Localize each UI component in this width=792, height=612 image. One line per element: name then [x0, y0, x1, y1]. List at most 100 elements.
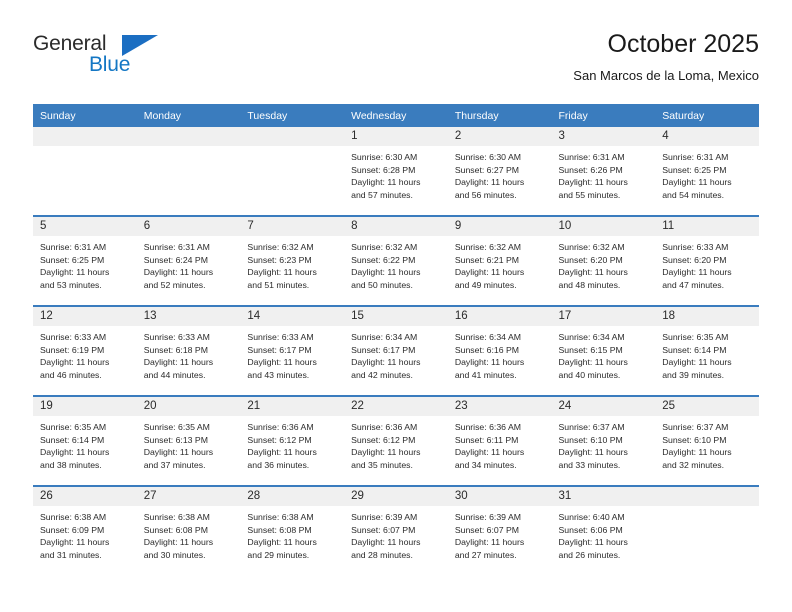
calendar-day-cell[interactable]: 11 Sunrise: 6:33 AM Sunset: 6:20 PM Dayligh…	[655, 215, 759, 306]
calendar-day-cell[interactable]: 7 Sunrise: 6:32 AM Sunset: 6:23 PM Daylight…	[240, 215, 345, 306]
calendar-day-cell[interactable]: 5 Sunrise: 6:31 AM Sunset: 6:25 PM Daylight…	[33, 215, 137, 306]
sunrise-text: Sunrise: 6:32 AM	[558, 242, 625, 252]
sunrise-text: Sunrise: 6:32 AM	[454, 242, 521, 252]
sunset-text: Sunset: 6:28 PM	[351, 164, 416, 175]
daylight-text-line1: Daylight: 11 hours	[454, 537, 525, 548]
daylight-text-line2: and 46 minutes.	[40, 369, 102, 380]
sunrise-text: Sunrise: 6:31 AM	[662, 152, 729, 162]
daylight-text-line2: and 31 minutes.	[40, 549, 102, 560]
sunrise-text: Sunrise: 6:31 AM	[558, 152, 625, 162]
calendar-day-cell[interactable]: 24 Sunrise: 6:37 AM Sunset: 6:10 PM Dayligh…	[551, 395, 656, 486]
sunrise-text: Sunrise: 6:37 AM	[662, 422, 729, 432]
sunset-text: Sunset: 6:12 PM	[247, 434, 312, 445]
day-number: 15	[344, 307, 448, 326]
day-details: Sunrise: 6:33 AM Sunset: 6:20 PM Daylight:…	[655, 236, 759, 291]
day-number: 5	[33, 217, 137, 236]
calendar-day-cell[interactable]: 29 Sunrise: 6:39 AM Sunset: 6:07 PM Dayligh…	[344, 485, 448, 575]
day-number: 21	[240, 397, 345, 416]
sunset-text: Sunset: 6:17 PM	[351, 344, 416, 355]
daylight-text-line1: Daylight: 11 hours	[40, 447, 110, 458]
day-number: 9	[447, 217, 552, 236]
calendar-day-cell[interactable]: 28 Sunrise: 6:38 AM Sunset: 6:08 PM Dayligh…	[240, 485, 345, 575]
day-details: Sunrise: 6:36 AM Sunset: 6:11 PM Daylight:…	[448, 416, 552, 471]
calendar-day-cell[interactable]: 4 Sunrise: 6:31 AM Sunset: 6:25 PM Daylight…	[655, 127, 759, 216]
sunrise-text: Sunrise: 6:34 AM	[351, 332, 418, 342]
sunset-text: Sunset: 6:19 PM	[40, 344, 105, 355]
day-number: 12	[33, 307, 137, 326]
calendar-day-cell[interactable]: 6 Sunrise: 6:31 AM Sunset: 6:24 PM Daylight…	[136, 215, 241, 306]
sunset-text: Sunset: 6:24 PM	[143, 254, 208, 265]
calendar-day-cell[interactable]: 27 Sunrise: 6:38 AM Sunset: 6:08 PM Dayligh…	[136, 485, 241, 575]
calendar-day-cell[interactable]: 23 Sunrise: 6:36 AM Sunset: 6:11 PM Dayligh…	[447, 395, 552, 486]
calendar-day-cell[interactable]: 3 Sunrise: 6:31 AM Sunset: 6:26 PM Daylight…	[551, 127, 656, 216]
calendar-day-cell[interactable]: 14 Sunrise: 6:33 AM Sunset: 6:17 PM Dayligh…	[240, 305, 345, 396]
day-number: 11	[655, 217, 759, 236]
calendar-day-cell[interactable]: 19 Sunrise: 6:35 AM Sunset: 6:14 PM Dayligh…	[33, 395, 137, 486]
calendar-day-cell[interactable]: 18 Sunrise: 6:35 AM Sunset: 6:14 PM Dayligh…	[655, 305, 759, 396]
daylight-text-line1: Daylight: 11 hours	[454, 447, 525, 458]
generalblue-logo[interactable]: General Blue	[33, 32, 163, 84]
day-details	[33, 146, 137, 151]
day-details: Sunrise: 6:35 AM Sunset: 6:14 PM Daylight:…	[33, 416, 137, 471]
day-number: 16	[447, 307, 552, 326]
calendar-day-cell[interactable]: 9 Sunrise: 6:32 AM Sunset: 6:21 PM Daylight…	[447, 215, 552, 306]
day-details: Sunrise: 6:35 AM Sunset: 6:13 PM Daylight:…	[137, 416, 241, 471]
daylight-text-line2: and 34 minutes.	[454, 459, 517, 470]
day-details: Sunrise: 6:30 AM Sunset: 6:28 PM Daylight:…	[344, 146, 448, 201]
sunset-text: Sunset: 6:08 PM	[247, 524, 312, 535]
calendar-week-row: 12 Sunrise: 6:33 AM Sunset: 6:19 PM Dayligh…	[33, 305, 759, 396]
calendar-day-cell[interactable]: 30 Sunrise: 6:39 AM Sunset: 6:07 PM Dayligh…	[447, 485, 552, 575]
day-number: 28	[240, 487, 345, 506]
day-number: 25	[655, 397, 759, 416]
day-details: Sunrise: 6:37 AM Sunset: 6:10 PM Daylight:…	[655, 416, 759, 471]
day-number: 4	[655, 127, 759, 146]
sunset-text: Sunset: 6:15 PM	[558, 344, 623, 355]
daylight-text-line1: Daylight: 11 hours	[558, 177, 628, 188]
daylight-text-line2: and 32 minutes.	[662, 459, 725, 470]
day-details: Sunrise: 6:32 AM Sunset: 6:23 PM Daylight:…	[240, 236, 344, 291]
day-number: 19	[33, 397, 137, 416]
daylight-text-line1: Daylight: 11 hours	[351, 357, 421, 368]
calendar-day-cell[interactable]: 22 Sunrise: 6:36 AM Sunset: 6:12 PM Dayligh…	[344, 395, 448, 486]
day-number: 18	[655, 307, 759, 326]
daylight-text-line1: Daylight: 11 hours	[558, 537, 628, 548]
calendar-day-cell[interactable]: 31 Sunrise: 6:40 AM Sunset: 6:06 PM Dayligh…	[551, 485, 656, 575]
day-number: 17	[551, 307, 656, 326]
calendar-day-cell[interactable]: 8 Sunrise: 6:32 AM Sunset: 6:22 PM Daylight…	[344, 215, 448, 306]
sunrise-text: Sunrise: 6:39 AM	[454, 512, 521, 522]
daylight-text-line2: and 33 minutes.	[558, 459, 621, 470]
daylight-text-line1: Daylight: 11 hours	[40, 267, 110, 278]
calendar-day-cell[interactable]: 16 Sunrise: 6:34 AM Sunset: 6:16 PM Dayligh…	[447, 305, 552, 396]
daylight-text-line2: and 36 minutes.	[247, 459, 310, 470]
daylight-text-line2: and 43 minutes.	[247, 369, 310, 380]
daylight-text-line2: and 44 minutes.	[143, 369, 206, 380]
daylight-text-line1: Daylight: 11 hours	[558, 447, 628, 458]
calendar-day-cell[interactable]: 25 Sunrise: 6:37 AM Sunset: 6:10 PM Dayligh…	[655, 395, 759, 486]
calendar-day-cell[interactable]: 15 Sunrise: 6:34 AM Sunset: 6:17 PM Dayligh…	[344, 305, 448, 396]
calendar-day-cell[interactable]: 13 Sunrise: 6:33 AM Sunset: 6:18 PM Dayligh…	[136, 305, 241, 396]
daylight-text-line2: and 28 minutes.	[351, 549, 413, 560]
sunrise-text: Sunrise: 6:38 AM	[247, 512, 314, 522]
day-details: Sunrise: 6:39 AM Sunset: 6:07 PM Daylight:…	[344, 506, 448, 561]
calendar-day-cell[interactable]: 1 Sunrise: 6:30 AM Sunset: 6:28 PM Daylight…	[344, 127, 448, 216]
sunrise-text: Sunrise: 6:33 AM	[247, 332, 314, 342]
sunrise-text: Sunrise: 6:33 AM	[40, 332, 107, 342]
day-details: Sunrise: 6:37 AM Sunset: 6:10 PM Daylight:…	[552, 416, 656, 471]
calendar-day-cell[interactable]: 26 Sunrise: 6:38 AM Sunset: 6:09 PM Dayligh…	[33, 485, 137, 575]
daylight-text-line1: Daylight: 11 hours	[558, 267, 628, 278]
daylight-text-line2: and 30 minutes.	[143, 549, 206, 560]
calendar-day-cell[interactable]: 12 Sunrise: 6:33 AM Sunset: 6:19 PM Dayligh…	[33, 305, 137, 396]
day-details: Sunrise: 6:31 AM Sunset: 6:25 PM Daylight:…	[655, 146, 759, 201]
day-number: 26	[33, 487, 137, 506]
sunset-text: Sunset: 6:12 PM	[351, 434, 416, 445]
calendar-body: 1 Sunrise: 6:30 AM Sunset: 6:28 PM Daylight…	[33, 127, 759, 575]
daylight-text-line1: Daylight: 11 hours	[143, 267, 214, 278]
calendar-day-cell[interactable]: 17 Sunrise: 6:34 AM Sunset: 6:15 PM Dayligh…	[551, 305, 656, 396]
calendar-day-cell[interactable]: 21 Sunrise: 6:36 AM Sunset: 6:12 PM Dayligh…	[240, 395, 345, 486]
day-number: 20	[136, 397, 241, 416]
calendar-day-cell[interactable]: 20 Sunrise: 6:35 AM Sunset: 6:13 PM Dayligh…	[136, 395, 241, 486]
daylight-text-line2: and 51 minutes.	[247, 279, 310, 290]
calendar-day-cell[interactable]: 2 Sunrise: 6:30 AM Sunset: 6:27 PM Daylight…	[447, 127, 552, 216]
calendar-day-cell[interactable]: 10 Sunrise: 6:32 AM Sunset: 6:20 PM Dayligh…	[551, 215, 656, 306]
weekday-header-tuesday: Tuesday	[240, 104, 345, 127]
